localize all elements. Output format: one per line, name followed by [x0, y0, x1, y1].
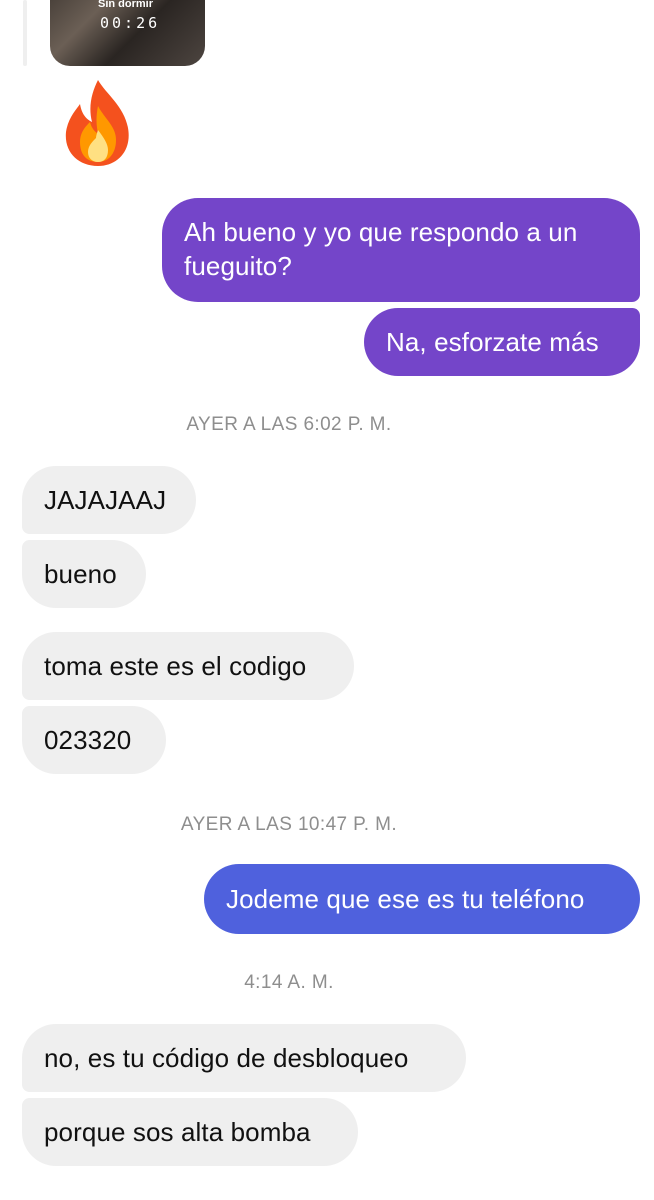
received-message-bubble[interactable]: no, es tu código de desbloqueo: [22, 1024, 466, 1092]
received-message-bubble[interactable]: toma este es el codigo: [22, 632, 354, 700]
message-text: toma este es el codigo: [44, 651, 307, 681]
message-text: porque sos alta bomba: [44, 1117, 311, 1147]
reply-thread-line: [23, 0, 27, 66]
timestamp: 4:14 A. M.: [244, 972, 334, 993]
sent-message-bubble[interactable]: Jodeme que ese es tu teléfono: [204, 864, 640, 934]
received-message-bubble[interactable]: JAJAJAAJ: [22, 466, 196, 534]
message-text: Jodeme que ese es tu teléfono: [226, 884, 585, 914]
received-message-bubble[interactable]: bueno: [22, 540, 146, 608]
sent-message-bubble[interactable]: Na, esforzate más: [364, 308, 640, 376]
message-text: Na, esforzate más: [386, 327, 599, 357]
message-text: bueno: [44, 559, 117, 589]
message-text: 023320: [44, 725, 132, 755]
received-message-bubble[interactable]: porque sos alta bomba: [22, 1098, 358, 1166]
message-text: no, es tu código de desbloqueo: [44, 1043, 409, 1073]
story-timer: 00:26: [100, 14, 161, 32]
story-caption: Sin dormir: [98, 0, 154, 10]
received-message-bubble[interactable]: 023320: [22, 706, 166, 774]
timestamp: AYER A LAS 6:02 P. M.: [186, 414, 392, 435]
fire-emoji-reaction: [58, 76, 138, 170]
message-text: JAJAJAAJ: [44, 485, 167, 515]
sent-message-bubble[interactable]: Ah bueno y yo que respondo a un fueguito…: [162, 198, 640, 302]
story-thumbnail[interactable]: Sin dormir 00:26: [50, 0, 205, 66]
message-text: Ah bueno y yo que respondo a un fueguito…: [184, 217, 578, 281]
timestamp: AYER A LAS 10:47 P. M.: [180, 814, 398, 835]
